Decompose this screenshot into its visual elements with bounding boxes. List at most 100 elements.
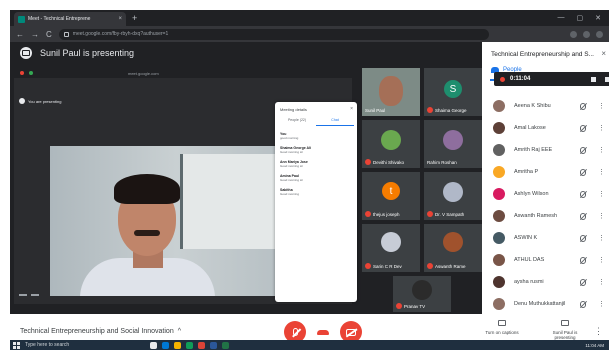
pause-icon[interactable] <box>605 76 609 82</box>
profile-avatar[interactable] <box>596 30 603 38</box>
tab-people[interactable]: People (22) <box>278 116 316 126</box>
tab-close-icon[interactable]: × <box>118 16 122 22</box>
meet-favicon-icon <box>18 15 25 23</box>
record-dot-icon <box>20 71 24 75</box>
more-options-icon[interactable]: ⋮ <box>598 212 605 220</box>
avatar <box>493 232 505 244</box>
more-options-icon[interactable]: ⋮ <box>598 278 605 286</box>
meeting-title[interactable]: Technical Entrepreneurship and Social In… <box>20 328 181 335</box>
browser-tab[interactable]: Meet - Technical Entreprene × <box>14 12 126 26</box>
tab-title: Meet - Technical Entreprene <box>28 16 91 22</box>
more-options-icon[interactable]: ⋮ <box>598 190 605 198</box>
minimize-button[interactable]: — <box>558 14 565 22</box>
more-options-icon[interactable]: ⋮ <box>598 256 605 264</box>
tile-name: Shaima George <box>427 107 467 113</box>
forward-button[interactable]: → <box>31 30 39 39</box>
captions-button[interactable]: Turn on captions <box>480 320 524 335</box>
more-options-icon[interactable]: ⋮ <box>598 168 605 176</box>
extension-icon[interactable] <box>570 30 577 38</box>
windows-start-icon[interactable] <box>13 341 20 349</box>
edge-icon[interactable] <box>162 341 169 349</box>
more-options-icon[interactable]: ⋮ <box>598 102 605 110</box>
extension-icon[interactable] <box>583 30 590 38</box>
participant-name: Ashlyn Wilson <box>514 191 549 197</box>
presenting-button[interactable]: Sunil Paul is presenting <box>544 320 586 340</box>
presenting-header: Sunil Paul is presenting <box>10 42 482 64</box>
chat-text: Good morning sir <box>280 178 304 182</box>
participant-tile[interactable]: Sunil Paul <box>362 68 420 116</box>
participant-row[interactable]: Amrith Raj EEE ⋮ <box>493 140 605 160</box>
participant-tile[interactable]: Dr. V Sampath <box>424 172 482 220</box>
participant-row[interactable]: ASWIN K ⋮ <box>493 228 605 248</box>
tile-name: Aswanth Rame <box>427 263 466 269</box>
taskbar-search[interactable]: Type here to search <box>25 342 145 348</box>
hang-up-icon <box>317 329 329 335</box>
maximize-button[interactable]: ▢ <box>577 14 584 22</box>
participant-tile[interactable]: Rahim Roshan <box>424 120 482 168</box>
word-icon[interactable] <box>210 341 217 349</box>
chat-message: Ann Mariya Jose Good morning sir <box>280 160 352 168</box>
participant-row[interactable]: Ashlyn Wilson ⋮ <box>493 184 605 204</box>
avatar <box>443 182 463 202</box>
chat-text: Good morning sir <box>280 164 304 168</box>
app-icon[interactable] <box>186 341 193 349</box>
tab-chat[interactable]: Chat <box>316 116 354 126</box>
omnibox[interactable]: meet.google.com/fby-rbyh-dxq?authuser=1 <box>58 28 489 40</box>
details-tabs: People (22) Chat <box>278 116 354 126</box>
participant-tile[interactable]: Aswanth Rame <box>424 224 482 272</box>
muted-mic-icon <box>580 234 586 242</box>
reload-button[interactable]: C <box>46 30 52 39</box>
participant-tile[interactable]: S Shaima George <box>424 68 482 116</box>
presenting-label: Sunil Paul is presenting <box>40 48 135 58</box>
participant-row[interactable]: aysha rusmi ⋮ <box>493 272 605 292</box>
excel-icon[interactable] <box>222 341 229 349</box>
participant-row[interactable]: Amritha P ⋮ <box>493 162 605 182</box>
back-button[interactable]: ← <box>16 30 24 39</box>
avatar: S <box>444 80 462 98</box>
chrome-icon[interactable] <box>198 341 205 349</box>
participant-tile[interactable]: Pranav TV <box>393 276 451 312</box>
participant-row[interactable]: Aeena K Shibu ⋮ <box>493 96 605 116</box>
captions-icon <box>498 320 506 326</box>
task-view-icon[interactable] <box>150 341 157 349</box>
participant-name: Denu Muthukkattanjil <box>514 301 566 307</box>
taskbar-clock: 11:04 AM <box>585 342 604 348</box>
participant-row[interactable]: Aswanth Ramesh ⋮ <box>493 206 605 226</box>
participant-row[interactable]: Amal Lakose ⋮ <box>493 118 605 138</box>
file-explorer-icon[interactable] <box>174 341 181 349</box>
windows-taskbar: Type here to search 11:04 AM <box>10 340 609 350</box>
participant-tile[interactable]: t thejus joseph <box>362 172 420 220</box>
more-options-icon[interactable]: ⋮ <box>598 124 605 132</box>
shared-url: meet.google.com <box>128 70 159 76</box>
close-window-button[interactable]: ✕ <box>595 14 601 22</box>
new-tab-button[interactable]: + <box>132 13 137 23</box>
stop-recording-icon[interactable] <box>591 76 596 82</box>
details-close-icon[interactable]: × <box>350 106 353 112</box>
more-options-icon[interactable]: ⋮ <box>598 234 605 242</box>
tile-name: Sarin C R Dev <box>365 263 402 269</box>
tile-name: Sunil Paul <box>365 108 386 113</box>
window-controls: — ▢ ✕ <box>558 14 609 22</box>
more-options-icon[interactable]: ⋮ <box>598 146 605 154</box>
meet-window: Meet - Technical Entreprene × + — ▢ ✕ ← … <box>10 10 609 350</box>
browser-tabbar: Meet - Technical Entreprene × + — ▢ ✕ <box>10 10 609 26</box>
participant-tile[interactable]: Sarin C R Dev <box>362 224 420 272</box>
muted-mic-icon <box>580 212 586 220</box>
avatar <box>381 130 401 150</box>
more-options-icon[interactable]: ⋮ <box>598 300 605 308</box>
muted-mic-icon <box>427 263 433 269</box>
muted-mic-icon <box>365 159 371 165</box>
muted-mic-icon <box>580 146 586 154</box>
meeting-details-panel: Meeting details × People (22) Chat You g… <box>275 102 357 302</box>
present-icon <box>561 320 569 326</box>
details-title: Meeting details <box>280 107 307 112</box>
more-options-icon[interactable]: ⋮ <box>594 326 603 337</box>
panel-close-icon[interactable]: × <box>601 49 606 58</box>
muted-mic-icon <box>365 263 371 269</box>
participant-row[interactable]: ATHUL DAS ⋮ <box>493 250 605 270</box>
recording-time: 0:11:04 <box>510 76 531 82</box>
participant-row[interactable]: Denu Muthukkattanjil ⋮ <box>493 294 605 314</box>
status-dot-icon <box>29 71 33 75</box>
you-presenting-banner: You are presenting <box>19 98 61 104</box>
participant-tile[interactable]: Devithi Shivako <box>362 120 420 168</box>
